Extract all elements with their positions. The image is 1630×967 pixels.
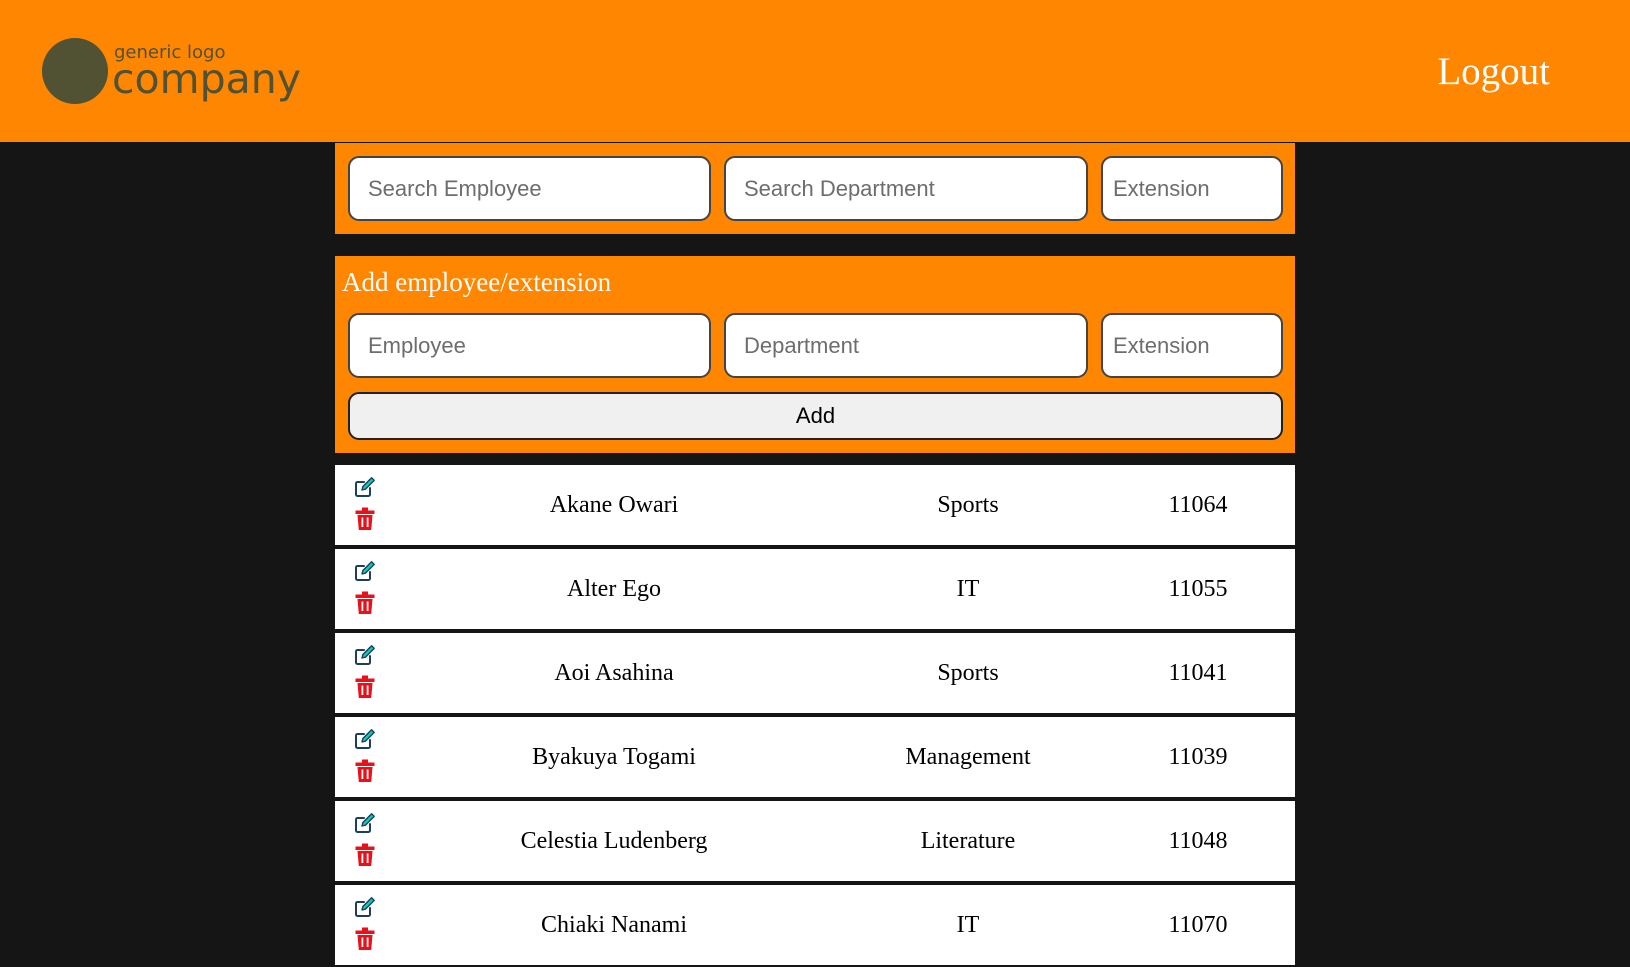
edit-icon[interactable] [353, 727, 377, 751]
search-department-input[interactable] [724, 156, 1088, 221]
trash-icon[interactable] [355, 759, 375, 783]
employee-input[interactable] [348, 313, 711, 378]
employee-row: Celestia Ludenberg Literature 11048 [335, 799, 1295, 883]
edit-icon[interactable] [353, 559, 377, 583]
search-panel [335, 143, 1295, 234]
employee-extension: 11039 [1168, 744, 1228, 770]
search-employee-input[interactable] [348, 156, 711, 221]
add-employee-panel: Add employee/extension Add [335, 256, 1295, 453]
extension-input[interactable] [1101, 313, 1283, 378]
logo-wordmark: company [112, 55, 301, 103]
trash-icon[interactable] [355, 927, 375, 951]
employee-department: Sports [937, 660, 999, 686]
employee-extension: 11070 [1168, 912, 1228, 938]
top-header: generic logo company Logout [0, 0, 1630, 142]
edit-icon[interactable] [353, 811, 377, 835]
employee-row: Chiaki Nanami IT 11070 [335, 883, 1295, 967]
employee-row: Akane Owari Sports 11064 [335, 463, 1295, 547]
employee-name: Chiaki Nanami [541, 912, 687, 938]
employee-name: Byakuya Togami [532, 744, 696, 770]
employee-extension: 11055 [1168, 576, 1228, 602]
edit-icon[interactable] [353, 643, 377, 667]
logout-link[interactable]: Logout [1437, 48, 1550, 96]
logo-circle-icon [42, 38, 108, 104]
search-extension-input[interactable] [1101, 156, 1283, 221]
employee-department: IT [956, 912, 980, 938]
company-logo[interactable]: generic logo company [42, 38, 312, 108]
add-button[interactable]: Add [348, 392, 1283, 440]
employee-extension: 11048 [1168, 828, 1228, 854]
employee-row: Aoi Asahina Sports 11041 [335, 631, 1295, 715]
trash-icon[interactable] [355, 591, 375, 615]
employee-name: Celestia Ludenberg [520, 828, 708, 854]
employee-name: Aoi Asahina [554, 660, 674, 686]
employee-row: Byakuya Togami Management 11039 [335, 715, 1295, 799]
employee-row: Alter Ego IT 11055 [335, 547, 1295, 631]
trash-icon[interactable] [355, 843, 375, 867]
add-panel-title: Add employee/extension [342, 267, 612, 297]
employee-extension: 11064 [1168, 492, 1228, 518]
employee-name: Akane Owari [549, 492, 679, 518]
employee-department: Sports [937, 492, 999, 518]
edit-icon[interactable] [353, 895, 377, 919]
employee-name: Alter Ego [567, 576, 661, 602]
department-input[interactable] [724, 313, 1088, 378]
employee-department: Literature [920, 828, 1016, 854]
employee-list: Akane Owari Sports 11064 Alter Ego IT 11055 Ao… [335, 463, 1295, 967]
trash-icon[interactable] [355, 507, 375, 531]
employee-department: IT [956, 576, 980, 602]
trash-icon[interactable] [355, 675, 375, 699]
edit-icon[interactable] [353, 475, 377, 499]
employee-extension: 11041 [1168, 660, 1228, 686]
employee-department: Management [905, 744, 1031, 770]
